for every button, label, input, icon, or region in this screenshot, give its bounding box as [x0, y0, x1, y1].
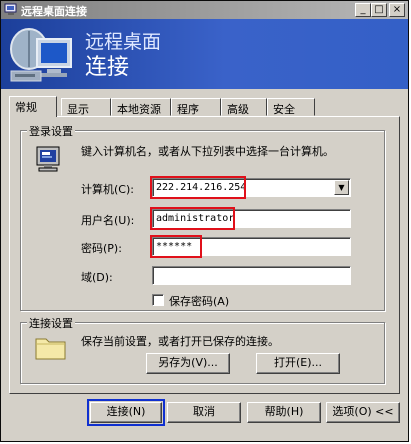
title-bar[interactable]: 远程桌面连接 _ □ ×: [1, 1, 408, 19]
connect-highlight-box: [87, 399, 165, 426]
tab-general[interactable]: 常规: [9, 96, 57, 117]
connection-settings-title: 连接设置: [27, 315, 75, 331]
remote-desktop-window: 远程桌面连接 _ □ × 远程桌面 连接 常规 显示 本地资源 程序 高级 安全…: [0, 0, 409, 442]
banner: 远程桌面 连接: [1, 19, 408, 89]
computer-network-icon: [10, 28, 72, 82]
tab-advanced[interactable]: 高级: [221, 98, 267, 116]
save-password-checkbox[interactable]: [152, 294, 164, 306]
computer-icon: [36, 146, 60, 172]
chevron-down-icon[interactable]: ▼: [334, 180, 349, 195]
maximize-button[interactable]: □: [371, 3, 387, 17]
remote-desktop-icon: [4, 3, 17, 15]
domain-field[interactable]: [152, 266, 351, 285]
save-as-button[interactable]: 另存为(V)...: [146, 353, 230, 374]
computer-highlight-box: [150, 176, 246, 199]
tab-panel-general: 登录设置 键入计算机名，或者从下拉列表中选择一台计算机。 计算机(C): 222…: [9, 116, 400, 394]
save-password-label[interactable]: 保存密码(A): [169, 293, 229, 309]
domain-label: 域(D):: [81, 271, 113, 284]
tab-programs[interactable]: 程序: [171, 98, 221, 116]
cancel-button[interactable]: 取消: [167, 402, 241, 423]
login-settings-group: 登录设置 键入计算机名，或者从下拉列表中选择一台计算机。 计算机(C): 222…: [20, 123, 385, 311]
username-label: 用户名(U):: [81, 214, 135, 227]
tab-security[interactable]: 安全: [267, 98, 315, 116]
close-button[interactable]: ×: [389, 3, 405, 17]
password-label: 密码(P):: [81, 242, 122, 255]
minimize-button[interactable]: _: [355, 3, 371, 17]
connection-settings-group: 连接设置 保存当前设置，或者打开已保存的连接。 另存为(V)... 打开(E).…: [20, 315, 385, 384]
banner-title-line2: 连接: [85, 55, 130, 80]
options-button[interactable]: 选项(O) <<: [326, 402, 400, 423]
window-title: 远程桌面连接: [21, 5, 87, 18]
password-highlight-box: [150, 235, 202, 258]
connection-instruction: 保存当前设置，或者打开已保存的连接。: [81, 335, 279, 348]
help-button[interactable]: 帮助(H): [247, 402, 321, 423]
tab-local-resources[interactable]: 本地资源: [111, 98, 171, 116]
login-settings-title: 登录设置: [27, 123, 75, 139]
username-highlight-box: [150, 207, 235, 230]
tab-display[interactable]: 显示: [61, 98, 111, 116]
folder-icon: [35, 338, 66, 360]
open-button[interactable]: 打开(E)...: [256, 353, 340, 374]
computer-label: 计算机(C):: [81, 183, 134, 196]
login-instruction: 键入计算机名，或者从下拉列表中选择一台计算机。: [81, 145, 334, 158]
